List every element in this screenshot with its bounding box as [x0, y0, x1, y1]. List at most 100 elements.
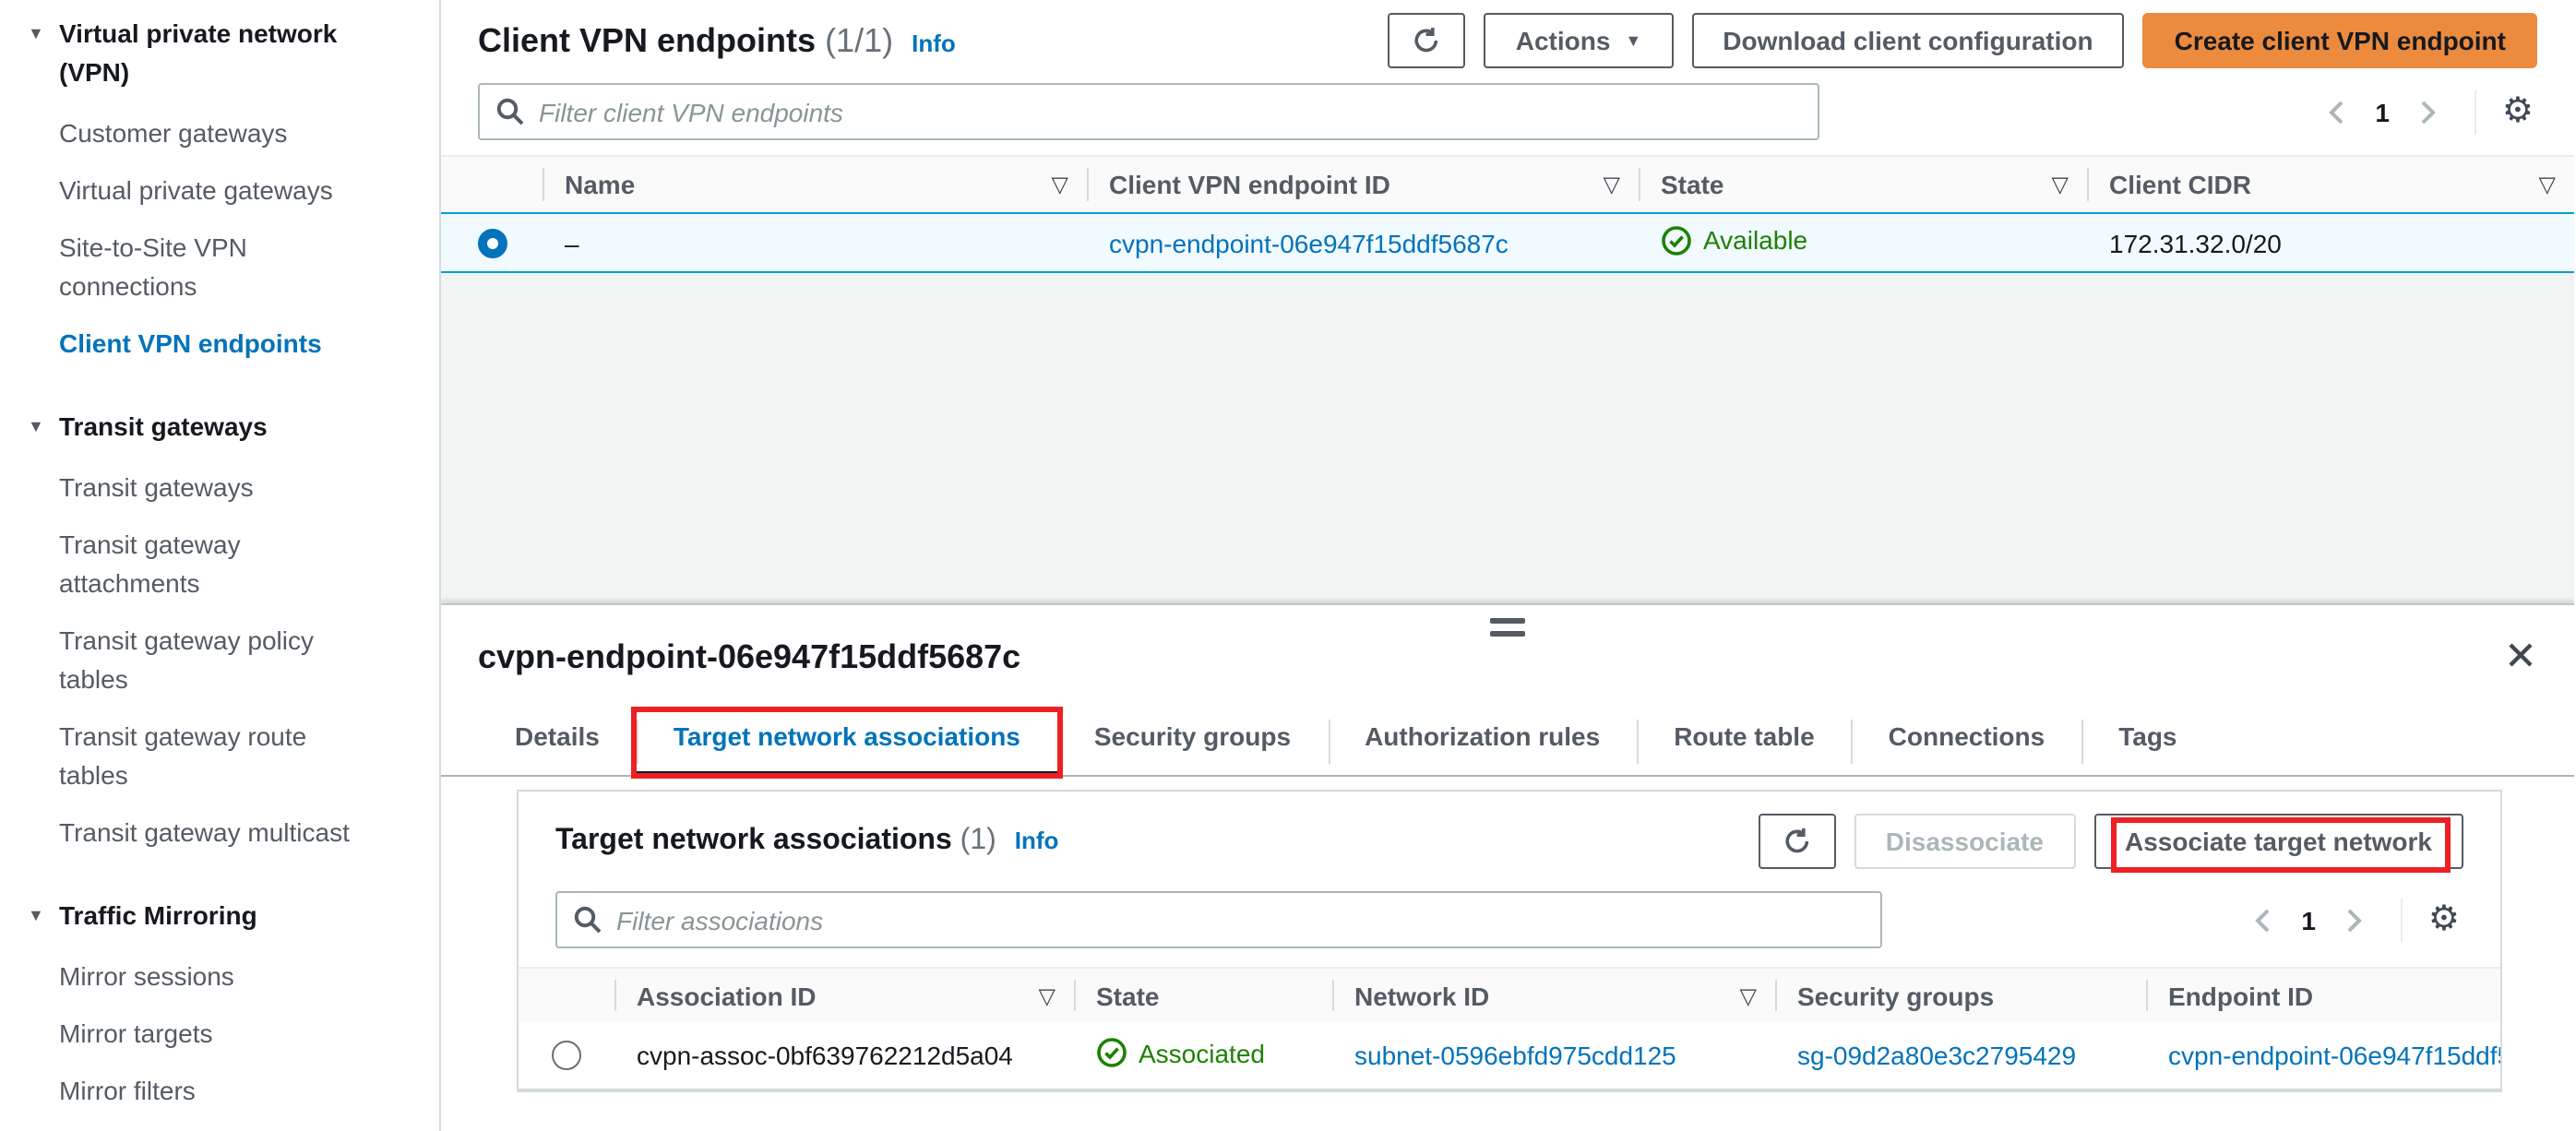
column-label: State: [1661, 170, 1724, 199]
sidebar-section-title: Traffic Mirroring: [59, 900, 257, 930]
tab-route-table[interactable]: Route table: [1637, 720, 1851, 775]
sidebar-item-site-to-site-vpn-connections[interactable]: Site-to-Site VPN connections: [59, 229, 380, 306]
sidebar-item-transit-gateway-policy-tables[interactable]: Transit gateway policy tables: [59, 622, 380, 699]
network-id-link[interactable]: subnet-0596ebfd975cdd125: [1354, 1041, 1676, 1070]
actions-button[interactable]: Actions ▼: [1484, 13, 1674, 68]
refresh-button[interactable]: [1388, 13, 1466, 68]
filter-icon[interactable]: ▽: [1052, 172, 1068, 197]
sidebar-item-mirror-filters[interactable]: Mirror filters: [59, 1072, 380, 1111]
column-label: State: [1096, 981, 1160, 1010]
radio-column-header: [519, 969, 614, 1022]
gear-icon[interactable]: ⚙: [2425, 902, 2463, 937]
sidebar-item-transit-gateway-route-tables[interactable]: Transit gateway route tables: [59, 718, 380, 795]
filter-associations-input[interactable]: [555, 891, 1882, 948]
column-header-name: Name ▽: [543, 157, 1087, 212]
sidebar-section-transit-header[interactable]: ▼ Transit gateways: [28, 408, 439, 446]
next-page-button[interactable]: [2331, 899, 2379, 940]
associations-pagination: 1 ⚙: [2238, 898, 2463, 942]
disassociate-button: Disassociate: [1854, 814, 2075, 869]
endpoints-pagination: 1 ⚙: [2312, 89, 2537, 134]
column-header-state: State: [1074, 969, 1332, 1022]
sidebar-item-transit-gateways[interactable]: Transit gateways: [59, 469, 380, 507]
download-client-configuration-button[interactable]: Download client configuration: [1691, 13, 2125, 68]
tab-authorization-rules[interactable]: Authorization rules: [1328, 720, 1637, 775]
radio-unselected[interactable]: [552, 1041, 581, 1070]
search-icon: [574, 906, 602, 934]
status-badge: Associated: [1096, 1037, 1265, 1068]
page-title-text: Client VPN endpoints: [478, 21, 817, 58]
tab-details[interactable]: Details: [478, 721, 637, 775]
tab-label: Target network associations: [673, 721, 1020, 751]
sidebar-item-client-vpn-endpoints[interactable]: Client VPN endpoints: [59, 325, 380, 363]
sidebar-section-traffic-header[interactable]: ▼ Traffic Mirroring: [28, 897, 439, 935]
filter-icon[interactable]: ▽: [1740, 982, 1757, 1008]
card-title-count: (1): [960, 825, 996, 856]
sidebar-item-mirror-targets[interactable]: Mirror targets: [59, 1015, 380, 1054]
table-row[interactable]: – cvpn-endpoint-06e947f15ddf5687c Availa…: [441, 212, 2574, 273]
associations-table: Association ID ▽ State Network ID ▽ Secu…: [519, 967, 2500, 1090]
current-page-number: 1: [2301, 905, 2316, 935]
page-title-count: (1/1): [825, 21, 894, 58]
radio-selected[interactable]: [477, 228, 507, 257]
current-page-number: 1: [2375, 97, 2390, 126]
refresh-icon: [1785, 828, 1808, 853]
tab-tags[interactable]: Tags: [2081, 720, 2213, 775]
refresh-icon: [1415, 28, 1438, 53]
target-network-associations-card: Target network associations (1) Info Dis…: [517, 790, 2502, 1092]
endpoint-id-link[interactable]: cvpn-endpoint-06e947f15ddf5687c: [2168, 1041, 2500, 1070]
previous-page-button[interactable]: [2238, 899, 2286, 940]
associations-table-header: Association ID ▽ State Network ID ▽ Secu…: [519, 967, 2500, 1022]
table-row[interactable]: cvpn-assoc-0bf639762212d5a04 Associated …: [519, 1022, 2500, 1090]
chevron-left-icon: [2255, 908, 2270, 932]
tab-security-groups[interactable]: Security groups: [1056, 720, 1328, 775]
page-header: Client VPN endpoints (1/1) Info Actions …: [441, 0, 2574, 68]
check-circle-icon: [1662, 225, 1691, 255]
sidebar-section-title: Transit gateways: [59, 411, 268, 441]
sidebar-item-mirror-sessions[interactable]: Mirror sessions: [59, 958, 380, 996]
divider: [2400, 898, 2403, 942]
info-link[interactable]: Info: [1015, 827, 1059, 854]
endpoints-table-header: Name ▽ Client VPN endpoint ID ▽ State ▽ …: [441, 155, 2574, 212]
search-icon: [496, 98, 524, 125]
tab-connections[interactable]: Connections: [1851, 720, 2082, 775]
column-header-client-cidr: Client CIDR ▽: [2087, 157, 2574, 212]
column-label: Client CIDR: [2109, 170, 2251, 199]
previous-page-button[interactable]: [2312, 91, 2360, 132]
refresh-associations-button[interactable]: [1758, 814, 1836, 869]
sidebar-item-customer-gateways[interactable]: Customer gateways: [59, 114, 380, 153]
caret-down-icon: ▼: [1625, 31, 1642, 50]
next-page-button[interactable]: [2404, 91, 2452, 132]
filter-icon[interactable]: ▽: [2539, 172, 2556, 197]
caret-down-icon: ▼: [28, 906, 44, 924]
radio-column-header: [441, 157, 543, 212]
close-panel-button[interactable]: [2504, 638, 2537, 677]
sidebar-item-transit-gateway-attachments[interactable]: Transit gateway attachments: [59, 526, 380, 603]
column-header-state: State ▽: [1639, 157, 2087, 212]
column-label: Network ID: [1354, 981, 1490, 1010]
endpoint-id-link[interactable]: cvpn-endpoint-06e947f15ddf5687c: [1109, 228, 1509, 257]
tab-target-network-associations[interactable]: Target network associations: [630, 707, 1063, 779]
divider: [2474, 89, 2476, 134]
create-client-vpn-endpoint-button[interactable]: Create client VPN endpoint: [2142, 13, 2537, 68]
info-link[interactable]: Info: [912, 29, 956, 56]
security-group-link[interactable]: sg-09d2a80e3c2795429: [1797, 1041, 2076, 1070]
app-root: ▼ Virtual private network (VPN) Customer…: [0, 0, 2576, 1131]
sidebar-item-virtual-private-gateways[interactable]: Virtual private gateways: [59, 172, 380, 210]
associate-target-network-button[interactable]: Associate target network: [2093, 814, 2463, 869]
sidebar-item-transit-gateway-multicast[interactable]: Transit gateway multicast: [59, 814, 380, 852]
actions-button-label: Actions: [1515, 26, 1611, 55]
filter-endpoints-input[interactable]: [478, 83, 1819, 140]
cell-association-id: cvpn-assoc-0bf639762212d5a04: [637, 1041, 1013, 1070]
gear-icon[interactable]: ⚙: [2498, 94, 2537, 129]
column-header-security-groups: Security groups: [1775, 969, 2146, 1022]
cell-name: –: [565, 228, 579, 257]
status-text: Available: [1703, 225, 1808, 255]
card-title: Target network associations (1): [555, 825, 996, 858]
filter-icon[interactable]: ▽: [2052, 172, 2069, 197]
status-text: Associated: [1139, 1038, 1265, 1067]
column-header-network-id: Network ID ▽: [1332, 969, 1775, 1022]
filter-icon[interactable]: ▽: [1039, 982, 1055, 1008]
sidebar-section-vpn-header[interactable]: ▼ Virtual private network (VPN): [28, 15, 439, 92]
panel-drag-handle[interactable]: [1490, 618, 1525, 644]
filter-icon[interactable]: ▽: [1604, 172, 1620, 197]
